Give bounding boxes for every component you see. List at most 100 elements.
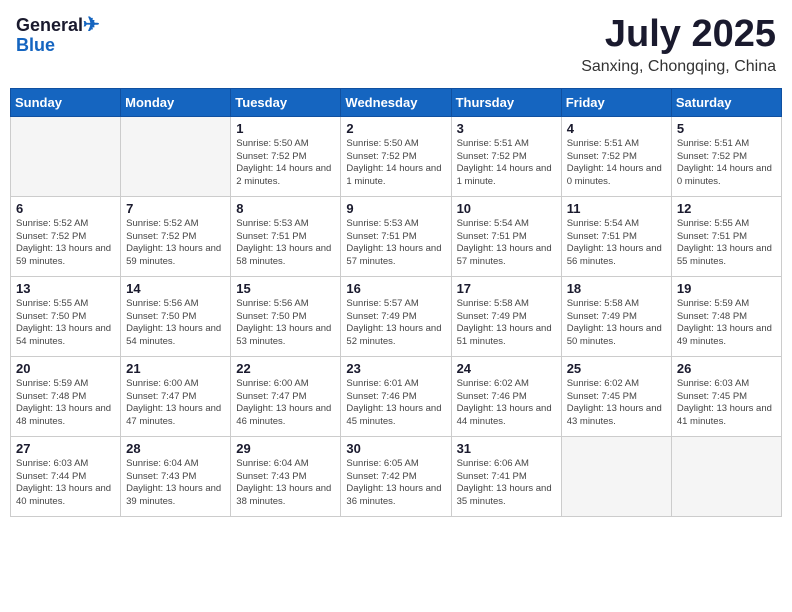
table-row: 5Sunrise: 5:51 AMSunset: 7:52 PMDaylight… xyxy=(671,116,781,196)
day-number: 20 xyxy=(16,361,115,376)
day-info: Sunrise: 5:51 AMSunset: 7:52 PMDaylight:… xyxy=(457,138,556,189)
col-saturday: Saturday xyxy=(671,88,781,116)
table-row: 23Sunrise: 6:01 AMSunset: 7:46 PMDayligh… xyxy=(341,356,451,436)
table-row: 21Sunrise: 6:00 AMSunset: 7:47 PMDayligh… xyxy=(121,356,231,436)
day-number: 22 xyxy=(236,361,335,376)
day-info: Sunrise: 5:57 AMSunset: 7:49 PMDaylight:… xyxy=(346,298,445,349)
day-info: Sunrise: 6:02 AMSunset: 7:45 PMDaylight:… xyxy=(567,378,666,429)
day-info: Sunrise: 5:59 AMSunset: 7:48 PMDaylight:… xyxy=(16,378,115,429)
day-number: 11 xyxy=(567,201,666,216)
day-number: 25 xyxy=(567,361,666,376)
day-number: 3 xyxy=(457,121,556,136)
day-info: Sunrise: 5:53 AMSunset: 7:51 PMDaylight:… xyxy=(236,218,335,269)
calendar-header-row: Sunday Monday Tuesday Wednesday Thursday… xyxy=(11,88,782,116)
table-row: 3 Sunrise: 5:51 AMSunset: 7:52 PMDaylight… xyxy=(451,116,561,196)
logo-icon: ✈ xyxy=(83,14,100,36)
day-number: 26 xyxy=(677,361,776,376)
table-row xyxy=(671,436,781,516)
calendar-week-row: 27 Sunrise: 6:03 AMSunset: 7:44 PMDayligh… xyxy=(11,436,782,516)
col-friday: Friday xyxy=(561,88,671,116)
day-info: Sunrise: 5:56 AMSunset: 7:50 PMDaylight:… xyxy=(236,298,335,349)
table-row: 27 Sunrise: 6:03 AMSunset: 7:44 PMDayligh… xyxy=(11,436,121,516)
day-number: 18 xyxy=(567,281,666,296)
table-row: 31 Sunrise: 6:06 AMSunset: 7:41 PMDayligh… xyxy=(451,436,561,516)
day-number: 23 xyxy=(346,361,445,376)
day-info: Sunrise: 6:00 AMSunset: 7:47 PMDaylight:… xyxy=(236,378,335,429)
day-info: Sunrise: 5:52 AMSunset: 7:52 PMDaylight:… xyxy=(126,218,225,269)
day-number: 28 xyxy=(126,441,225,456)
calendar-week-row: 20 Sunrise: 5:59 AMSunset: 7:48 PMDayligh… xyxy=(11,356,782,436)
table-row: 18 Sunrise: 5:58 AMSunset: 7:49 PMDayligh… xyxy=(561,276,671,356)
table-row: 19 Sunrise: 5:59 AMSunset: 7:48 PMDayligh… xyxy=(671,276,781,356)
table-row: 10 Sunrise: 5:54 AMSunset: 7:51 PMDayligh… xyxy=(451,196,561,276)
table-row: 30 Sunrise: 6:05 AMSunset: 7:42 PMDayligh… xyxy=(341,436,451,516)
page-header: General✈ Blue July 2025 Sanxing, Chongqi… xyxy=(10,10,782,80)
day-info: Sunrise: 5:55 AMSunset: 7:51 PMDaylight:… xyxy=(677,218,776,269)
table-row: 24Sunrise: 6:02 AMSunset: 7:46 PMDayligh… xyxy=(451,356,561,436)
day-info: Sunrise: 5:59 AMSunset: 7:48 PMDaylight:… xyxy=(677,298,776,349)
title-block: July 2025 Sanxing, Chongqing, China xyxy=(581,14,776,76)
day-number: 31 xyxy=(457,441,556,456)
logo-general: General xyxy=(16,15,83,35)
day-number: 6 xyxy=(16,201,115,216)
month-title: July 2025 xyxy=(581,14,776,56)
day-number: 2 xyxy=(346,121,445,136)
day-number: 30 xyxy=(346,441,445,456)
day-info: Sunrise: 6:06 AMSunset: 7:41 PMDaylight:… xyxy=(457,458,556,509)
day-info: Sunrise: 5:53 AMSunset: 7:51 PMDaylight:… xyxy=(346,218,445,269)
table-row: 12 Sunrise: 5:55 AMSunset: 7:51 PMDayligh… xyxy=(671,196,781,276)
table-row: 9 Sunrise: 5:53 AMSunset: 7:51 PMDaylight… xyxy=(341,196,451,276)
day-number: 12 xyxy=(677,201,776,216)
day-info: Sunrise: 5:58 AMSunset: 7:49 PMDaylight:… xyxy=(567,298,666,349)
day-info: Sunrise: 6:03 AMSunset: 7:44 PMDaylight:… xyxy=(16,458,115,509)
day-info: Sunrise: 5:58 AMSunset: 7:49 PMDaylight:… xyxy=(457,298,556,349)
table-row: 16 Sunrise: 5:57 AMSunset: 7:49 PMDayligh… xyxy=(341,276,451,356)
logo: General✈ Blue xyxy=(16,14,100,56)
table-row: 25 Sunrise: 6:02 AMSunset: 7:45 PMDayligh… xyxy=(561,356,671,436)
day-info: Sunrise: 5:52 AMSunset: 7:52 PMDaylight:… xyxy=(16,218,115,269)
col-thursday: Thursday xyxy=(451,88,561,116)
day-number: 16 xyxy=(346,281,445,296)
day-info: Sunrise: 5:50 AMSunset: 7:52 PMDaylight:… xyxy=(236,138,335,189)
day-info: Sunrise: 6:04 AMSunset: 7:43 PMDaylight:… xyxy=(126,458,225,509)
table-row xyxy=(11,116,121,196)
day-number: 29 xyxy=(236,441,335,456)
day-number: 17 xyxy=(457,281,556,296)
table-row: 14Sunrise: 5:56 AMSunset: 7:50 PMDayligh… xyxy=(121,276,231,356)
day-number: 9 xyxy=(346,201,445,216)
day-info: Sunrise: 6:05 AMSunset: 7:42 PMDaylight:… xyxy=(346,458,445,509)
table-row: 28 Sunrise: 6:04 AMSunset: 7:43 PMDayligh… xyxy=(121,436,231,516)
calendar-table: Sunday Monday Tuesday Wednesday Thursday… xyxy=(10,88,782,517)
table-row: 13Sunrise: 5:55 AMSunset: 7:50 PMDayligh… xyxy=(11,276,121,356)
day-number: 7 xyxy=(126,201,225,216)
col-wednesday: Wednesday xyxy=(341,88,451,116)
table-row: 1Sunrise: 5:50 AMSunset: 7:52 PMDaylight… xyxy=(231,116,341,196)
day-number: 10 xyxy=(457,201,556,216)
table-row: 22 Sunrise: 6:00 AMSunset: 7:47 PMDayligh… xyxy=(231,356,341,436)
table-row: 17 Sunrise: 5:58 AMSunset: 7:49 PMDayligh… xyxy=(451,276,561,356)
calendar-week-row: 6 Sunrise: 5:52 AMSunset: 7:52 PMDaylight… xyxy=(11,196,782,276)
day-number: 19 xyxy=(677,281,776,296)
table-row: 8 Sunrise: 5:53 AMSunset: 7:51 PMDaylight… xyxy=(231,196,341,276)
table-row xyxy=(561,436,671,516)
table-row: 15Sunrise: 5:56 AMSunset: 7:50 PMDayligh… xyxy=(231,276,341,356)
day-number: 21 xyxy=(126,361,225,376)
day-info: Sunrise: 5:56 AMSunset: 7:50 PMDaylight:… xyxy=(126,298,225,349)
table-row: 2Sunrise: 5:50 AMSunset: 7:52 PMDaylight… xyxy=(341,116,451,196)
day-info: Sunrise: 5:51 AMSunset: 7:52 PMDaylight:… xyxy=(677,138,776,189)
location: Sanxing, Chongqing, China xyxy=(581,58,776,76)
table-row: 26Sunrise: 6:03 AMSunset: 7:45 PMDayligh… xyxy=(671,356,781,436)
table-row xyxy=(121,116,231,196)
day-info: Sunrise: 5:54 AMSunset: 7:51 PMDaylight:… xyxy=(567,218,666,269)
calendar-week-row: 1Sunrise: 5:50 AMSunset: 7:52 PMDaylight… xyxy=(11,116,782,196)
table-row: 6 Sunrise: 5:52 AMSunset: 7:52 PMDaylight… xyxy=(11,196,121,276)
day-info: Sunrise: 5:55 AMSunset: 7:50 PMDaylight:… xyxy=(16,298,115,349)
table-row: 7 Sunrise: 5:52 AMSunset: 7:52 PMDaylight… xyxy=(121,196,231,276)
table-row: 20 Sunrise: 5:59 AMSunset: 7:48 PMDayligh… xyxy=(11,356,121,436)
table-row: 11 Sunrise: 5:54 AMSunset: 7:51 PMDayligh… xyxy=(561,196,671,276)
day-number: 8 xyxy=(236,201,335,216)
day-number: 27 xyxy=(16,441,115,456)
col-monday: Monday xyxy=(121,88,231,116)
day-info: Sunrise: 5:54 AMSunset: 7:51 PMDaylight:… xyxy=(457,218,556,269)
table-row: 4Sunrise: 5:51 AMSunset: 7:52 PMDaylight… xyxy=(561,116,671,196)
